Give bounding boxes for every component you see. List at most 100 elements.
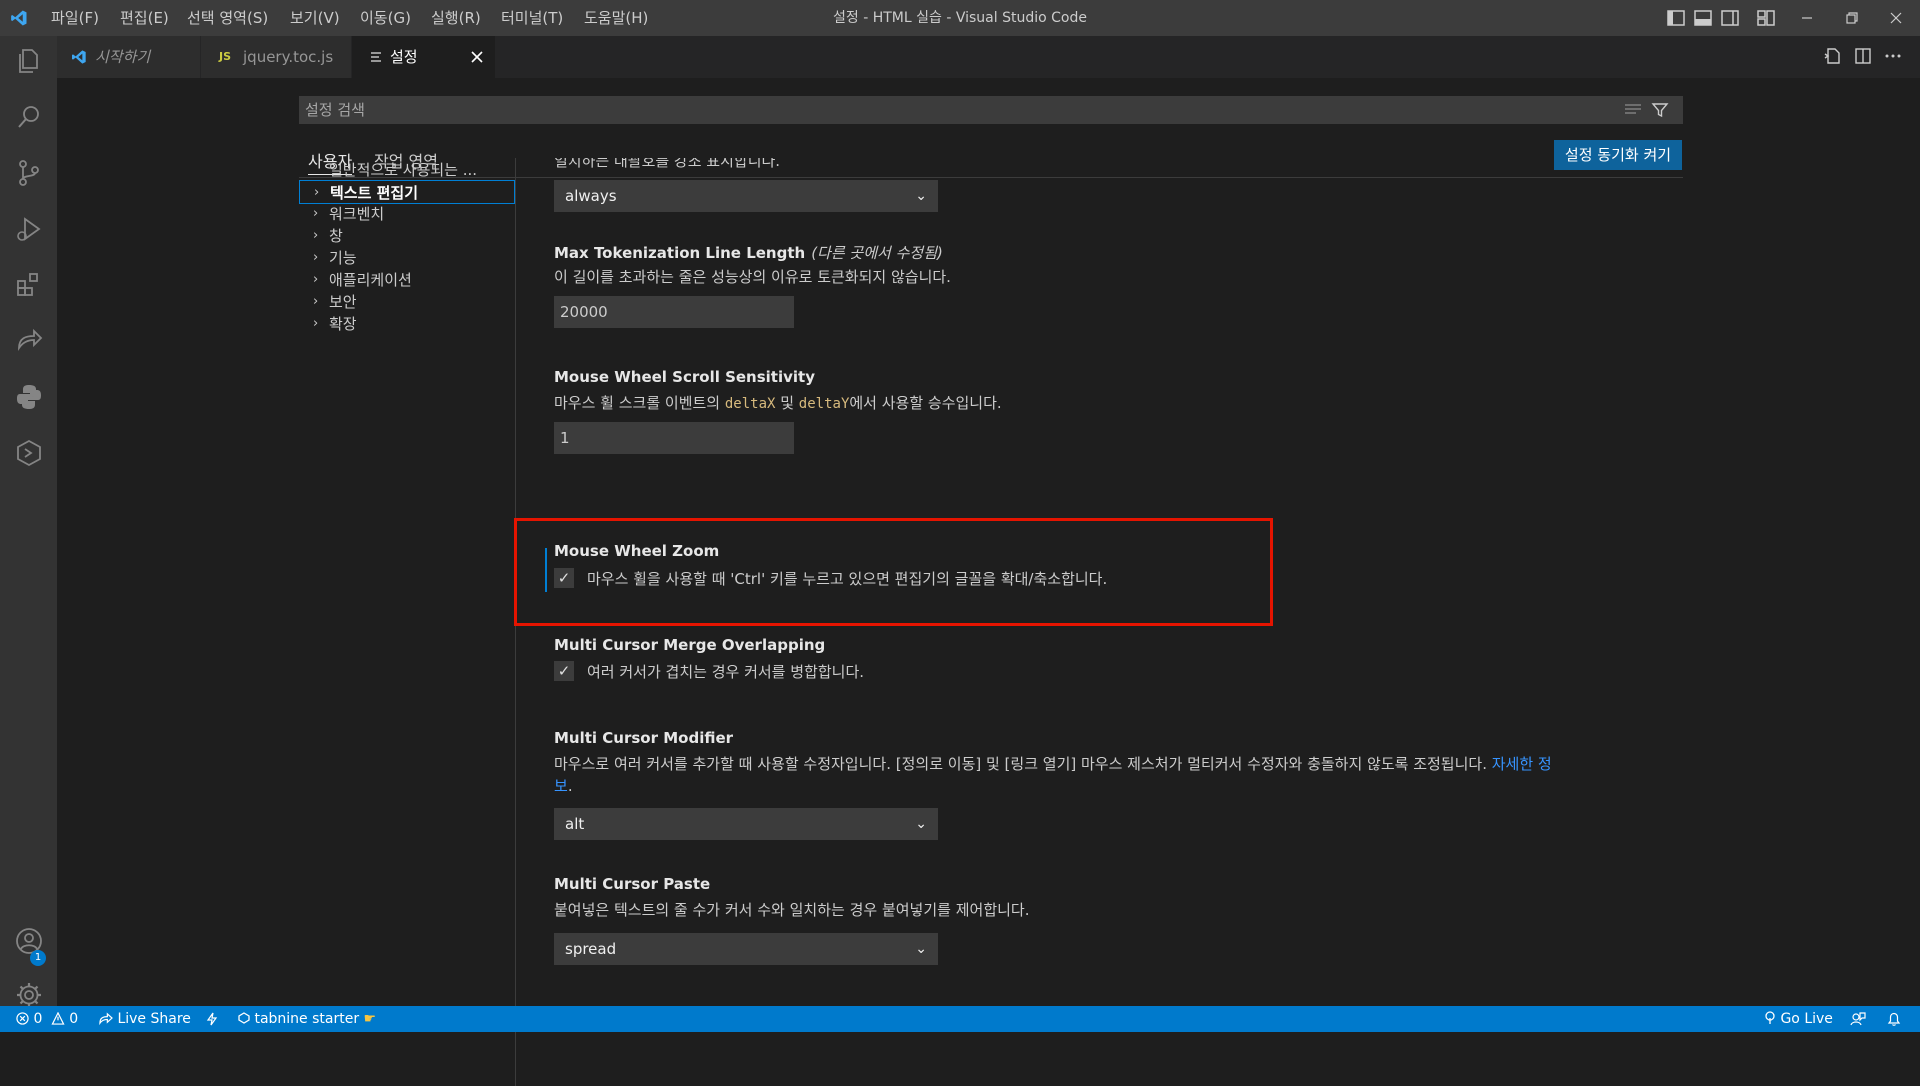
toc-label: 확장 xyxy=(329,315,357,333)
setting-description: 마우스 휠을 사용할 때 'Ctrl' 키를 누르고 있으면 편집기의 글꼴을 … xyxy=(587,570,1108,588)
max-tokenization-input[interactable]: 20000 xyxy=(554,296,794,328)
toc-item-commonly-used[interactable]: 일반적으로 사용되는 ... xyxy=(299,158,515,182)
notifications-bell-icon[interactable] xyxy=(1886,1011,1902,1027)
tab-jquery-toc[interactable]: JS jquery.toc.js xyxy=(201,36,352,78)
js-file-icon: JS xyxy=(219,50,232,63)
explorer-icon[interactable] xyxy=(14,46,44,76)
run-debug-icon[interactable] xyxy=(14,214,44,244)
tab-label: 시작하기 xyxy=(95,48,151,66)
multi-cursor-merge-checkbox[interactable]: ✓ xyxy=(554,661,574,681)
minimize-icon[interactable] xyxy=(1797,8,1817,28)
warning-count: 0 xyxy=(69,1011,79,1027)
chevron-down-icon: ⌄ xyxy=(915,188,927,204)
menu-view[interactable]: 보기(V) xyxy=(290,0,340,36)
menu-run[interactable]: 실행(R) xyxy=(431,0,481,36)
menu-selection[interactable]: 선택 영역(S) xyxy=(187,0,268,36)
mouse-wheel-zoom-checkbox[interactable]: ✓ xyxy=(554,568,574,588)
pointing-hand-icon: ☛ xyxy=(363,1011,377,1027)
chevron-right-icon: › xyxy=(313,294,319,309)
setting-title: Multi Cursor Paste xyxy=(554,875,711,893)
setting-title: Mouse Wheel Zoom xyxy=(554,542,720,560)
setting-title: Mouse Wheel Scroll Sensitivity xyxy=(554,368,815,386)
filter-icon[interactable] xyxy=(1651,101,1669,119)
accounts-badge: 1 xyxy=(30,950,46,966)
toc-item-security[interactable]: › 보안 xyxy=(299,290,515,314)
settings-search-input[interactable] xyxy=(299,96,1599,124)
match-brackets-select[interactable]: always ⌄ xyxy=(554,180,938,212)
menu-edit[interactable]: 편집(E) xyxy=(120,0,169,36)
menu-terminal[interactable]: 터미널(T) xyxy=(501,0,563,36)
multi-cursor-modifier-select[interactable]: alt ⌄ xyxy=(554,808,938,840)
open-settings-json-icon[interactable] xyxy=(1822,46,1842,66)
chevron-down-icon: ⌄ xyxy=(915,816,927,832)
multi-cursor-paste-select[interactable]: spread ⌄ xyxy=(554,933,938,965)
go-live-label: Go Live xyxy=(1780,1011,1833,1027)
problems-indicator[interactable]: 0 0 xyxy=(16,1006,78,1032)
status-bar: 0 0 Live Share tabnine starter ☛ Go Live xyxy=(0,1006,1920,1032)
setting-description: 여러 커서가 겹치는 경우 커서를 병합합니다. xyxy=(587,663,865,681)
close-window-icon[interactable] xyxy=(1886,8,1906,28)
tab-getting-started[interactable]: 시작하기 xyxy=(57,36,201,78)
extensions-icon[interactable] xyxy=(14,270,44,300)
live-share-label: Live Share xyxy=(117,1011,191,1027)
python-icon[interactable] xyxy=(14,382,44,412)
settings-search-box[interactable] xyxy=(299,96,1683,124)
toc-label: 창 xyxy=(329,227,343,245)
learn-more-link-continued[interactable]: 보 xyxy=(554,777,568,795)
mouse-wheel-scroll-sensitivity-input[interactable]: 1 xyxy=(554,422,794,454)
chevron-right-icon: › xyxy=(313,316,319,331)
tab-label: 설정 xyxy=(390,48,418,66)
toggle-primary-sidebar-icon[interactable] xyxy=(1666,8,1686,28)
tab-label: jquery.toc.js xyxy=(243,48,334,66)
toc-label: 일반적으로 사용되는 ... xyxy=(329,161,478,179)
restore-icon[interactable] xyxy=(1842,8,1862,28)
clear-filter-icon[interactable] xyxy=(1624,102,1642,118)
lightning-icon[interactable] xyxy=(206,1012,218,1026)
vscode-logo-icon xyxy=(72,50,86,64)
customize-layout-icon[interactable] xyxy=(1756,8,1776,28)
live-share-status[interactable]: Live Share xyxy=(98,1006,191,1032)
toggle-panel-icon[interactable] xyxy=(1693,8,1713,28)
toggle-secondary-sidebar-icon[interactable] xyxy=(1720,8,1740,28)
vscode-logo-icon[interactable] xyxy=(10,9,28,27)
feedback-icon[interactable] xyxy=(1850,1011,1866,1027)
setting-description: 마우스로 여러 커서를 추가할 때 사용할 수정자입니다. [정의로 이동] 및… xyxy=(554,753,1714,797)
live-share-icon xyxy=(99,1012,113,1026)
chevron-right-icon: › xyxy=(313,206,319,221)
chevron-right-icon: › xyxy=(313,228,319,243)
modified-elsewhere-indicator[interactable]: (다른 곳에서 수정됨) xyxy=(811,244,943,262)
settings-editor-icon xyxy=(371,52,381,62)
tabnine-status[interactable]: tabnine starter ☛ xyxy=(238,1006,376,1032)
menu-help[interactable]: 도움말(H) xyxy=(584,0,648,36)
toc-item-application[interactable]: › 애플리케이션 xyxy=(299,268,515,292)
toc-item-workbench[interactable]: › 워크벤치 xyxy=(299,202,515,226)
menu-file[interactable]: 파일(F) xyxy=(51,0,99,36)
toc-item-features[interactable]: › 기능 xyxy=(299,246,515,270)
settings-editor: 사용자 작업 영역 설정 동기화 켜기 일반적으로 사용되는 ... › 텍스트… xyxy=(57,78,1920,1086)
tab-settings[interactable]: 설정 xyxy=(352,36,496,78)
code-deltax: deltaX xyxy=(724,396,776,412)
chevron-right-icon: › xyxy=(313,250,319,265)
search-icon[interactable] xyxy=(14,102,44,132)
menu-go[interactable]: 이동(G) xyxy=(360,0,411,36)
toc-item-extensions[interactable]: › 확장 xyxy=(299,312,515,336)
toc-item-window[interactable]: › 창 xyxy=(299,224,515,248)
toc-item-text-editor[interactable]: › 텍스트 편집기 xyxy=(299,180,515,204)
learn-more-link[interactable]: 자세한 정 xyxy=(1492,755,1552,773)
close-tab-icon[interactable] xyxy=(471,51,483,63)
go-live-button[interactable]: Go Live xyxy=(1764,1006,1833,1032)
live-share-icon[interactable] xyxy=(14,326,44,356)
toc-label: 보안 xyxy=(329,293,357,311)
window-title: 설정 - HTML 실습 - Visual Studio Code xyxy=(833,10,1087,26)
split-editor-icon[interactable] xyxy=(1853,46,1873,66)
source-control-icon[interactable] xyxy=(14,158,44,188)
remote-explorer-icon[interactable] xyxy=(14,438,44,468)
more-actions-icon[interactable] xyxy=(1883,46,1903,66)
settings-sync-button[interactable]: 설정 동기화 켜기 xyxy=(1554,140,1682,170)
toc-label: 워크벤치 xyxy=(329,205,385,223)
setting-title: Multi Cursor Modifier xyxy=(554,729,734,747)
desc-text: . xyxy=(567,777,573,795)
setting-title: Multi Cursor Merge Overlapping xyxy=(554,636,826,654)
select-value: alt xyxy=(565,815,585,833)
desc-text: 및 xyxy=(775,394,799,412)
